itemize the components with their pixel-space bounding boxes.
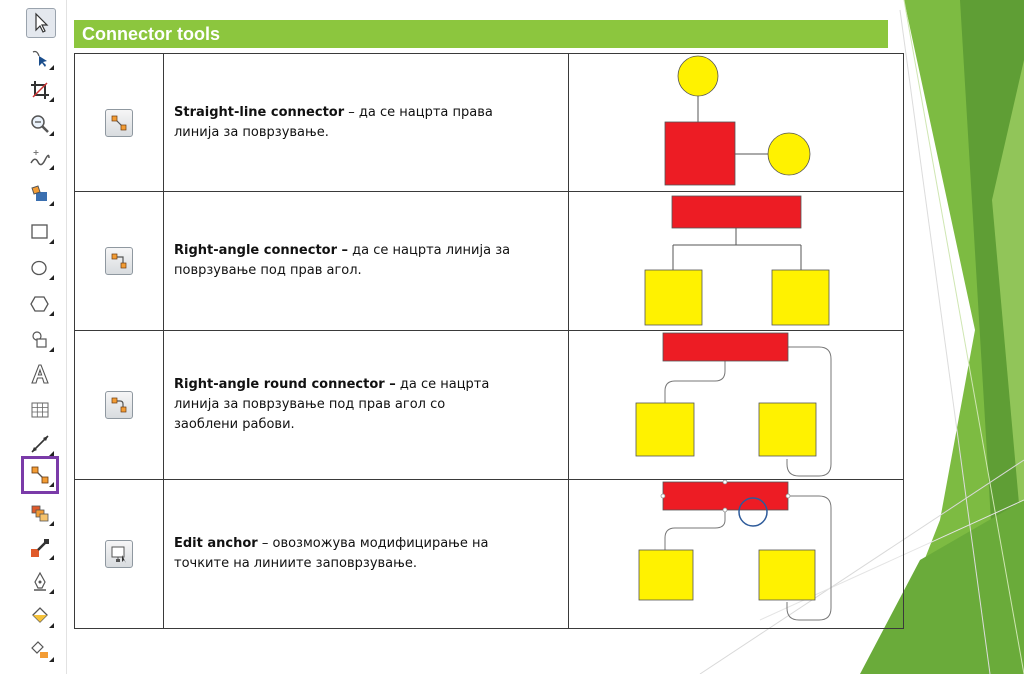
table-row: Right-angle round connector – да се нацр… — [74, 330, 904, 480]
desc-line3: заоблени рабови. — [174, 417, 295, 432]
desc-separator: – — [344, 104, 359, 120]
description-cell: Right-angle round connector – да се нацр… — [163, 330, 569, 480]
desc-line2: поврзување под прав агол. — [174, 263, 362, 278]
rectangle-tool[interactable] — [26, 218, 54, 246]
example-diagram-cell — [568, 53, 904, 192]
right-angle-connector-icon — [105, 247, 133, 275]
straight-line-connector-icon — [105, 108, 133, 137]
eyedropper-tool[interactable] — [26, 534, 54, 562]
pick-tool[interactable] — [26, 8, 56, 38]
icon-cell — [74, 330, 164, 480]
edit-anchor-icon — [105, 540, 133, 568]
desc-line2: линија за поврзување. — [174, 124, 329, 140]
toolbox — [0, 0, 67, 674]
text-tool[interactable] — [26, 360, 54, 388]
desc-line1: овозможува модифицирање на — [272, 536, 489, 551]
icon-cell — [74, 479, 164, 629]
desc-line1: да се нацрта — [399, 377, 490, 392]
desc-line1: да се нацрта линија за — [352, 243, 511, 258]
outline-tool[interactable] — [26, 568, 54, 596]
crop-tool[interactable] — [26, 76, 54, 104]
right-angle-round-connector-example — [635, 332, 832, 477]
icon-cell — [74, 191, 164, 331]
connector-tools-table: Straight-line connector – да се нацрта п… — [74, 53, 904, 629]
description-cell: Edit anchor – овозможува модифицирање на… — [163, 479, 569, 629]
polygon-tool[interactable] — [26, 290, 54, 318]
fill-tool[interactable] — [26, 602, 54, 630]
table-row: Right-angle connector – да се нацрта лин… — [74, 191, 904, 331]
zoom-tool[interactable] — [26, 110, 54, 138]
desc-line1: да се нацрта права — [358, 104, 493, 120]
freehand-tool[interactable] — [26, 144, 54, 172]
ellipse-tool[interactable] — [26, 254, 54, 282]
edit-anchor-example — [638, 480, 832, 621]
arrow-icon — [35, 12, 49, 33]
section-title: Connector tools — [74, 20, 888, 48]
table-row: Straight-line connector – да се нацрта п… — [74, 53, 904, 192]
example-diagram-cell — [568, 191, 904, 331]
right-angle-connector-example — [644, 195, 830, 326]
icon-cell — [74, 53, 164, 192]
interactive-fill-tool[interactable] — [26, 636, 54, 664]
table-tool[interactable] — [26, 396, 54, 424]
example-diagram-cell — [568, 330, 904, 480]
straight-connector-example — [664, 55, 811, 186]
example-diagram-cell — [568, 479, 904, 629]
shape-tool[interactable] — [26, 44, 54, 72]
smart-fill-tool[interactable] — [26, 180, 54, 208]
description-cell: Straight-line connector – да се нацрта п… — [163, 53, 569, 192]
blend-tool[interactable] — [26, 500, 54, 528]
tool-name: Straight-line connector — [174, 104, 345, 120]
connector-tool[interactable] — [21, 456, 59, 494]
right-angle-round-connector-icon — [105, 391, 133, 419]
text-a-icon — [31, 364, 49, 384]
dimension-tool[interactable] — [26, 430, 54, 458]
tool-name: Right-angle connector – — [174, 243, 349, 258]
desc-separator: – — [257, 536, 273, 551]
tool-name: Right-angle round connector – — [174, 377, 396, 392]
table-icon — [31, 402, 49, 418]
desc-line2: точките на линиите заповрзување. — [174, 556, 417, 571]
description-cell: Right-angle connector – да се нацрта лин… — [163, 191, 569, 331]
desc-line2: линија за поврзување под прав агол со — [174, 397, 446, 412]
basic-shapes-tool[interactable] — [26, 326, 54, 354]
table-row: Edit anchor – овозможува модифицирање на… — [74, 479, 904, 629]
tool-name: Edit anchor — [174, 536, 258, 551]
